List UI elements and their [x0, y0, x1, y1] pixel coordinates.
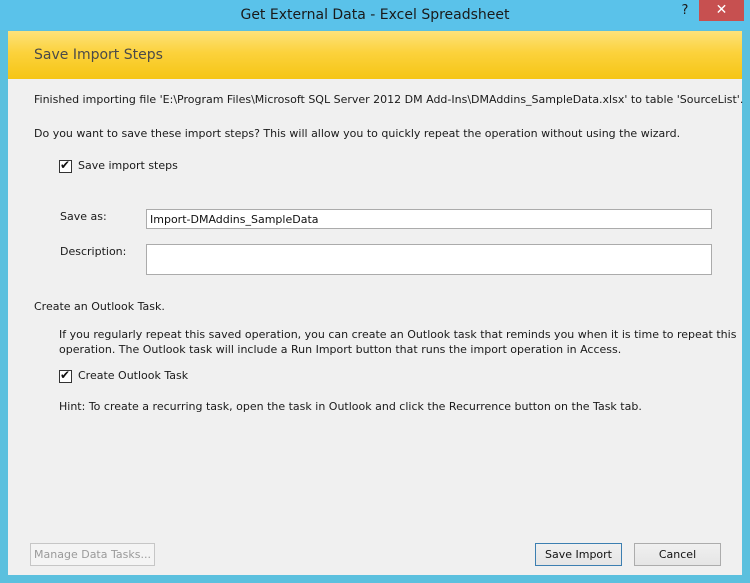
save-import-steps-label[interactable]: Save import steps: [78, 159, 178, 172]
save-as-label: Save as:: [60, 210, 107, 223]
description-input[interactable]: [146, 244, 712, 275]
finished-message: Finished importing file 'E:\Program File…: [34, 93, 744, 106]
manage-data-tasks-button[interactable]: Manage Data Tasks...: [30, 543, 155, 566]
check-icon: ✔: [60, 158, 71, 172]
description-label: Description:: [60, 245, 127, 258]
check-icon: ✔: [60, 368, 71, 382]
create-outlook-task-label[interactable]: Create Outlook Task: [78, 369, 188, 382]
save-import-button[interactable]: Save Import: [535, 543, 622, 566]
help-button[interactable]: ?: [672, 0, 698, 21]
banner-title: Save Import Steps: [34, 47, 163, 63]
recurring-hint: Hint: To create a recurring task, open t…: [59, 400, 642, 413]
save-as-input[interactable]: Import-DMAddins_SampleData: [146, 209, 712, 229]
window-title: Get External Data - Excel Spreadsheet: [240, 7, 510, 23]
create-outlook-task-checkbox[interactable]: ✔: [59, 368, 72, 383]
title-bar[interactable]: Get External Data - Excel Spreadsheet ? …: [0, 0, 750, 30]
save-question: Do you want to save these import steps? …: [34, 127, 681, 140]
outlook-info-line1: If you regularly repeat this saved opera…: [59, 328, 737, 341]
dialog-body: Save Import Steps Finished importing fil…: [8, 31, 744, 575]
close-button[interactable]: ✕: [699, 0, 744, 21]
outlook-section-label: Create an Outlook Task.: [34, 300, 165, 313]
outlook-info-line2: operation. The Outlook task will include…: [59, 343, 622, 356]
dialog-window: Get External Data - Excel Spreadsheet ? …: [0, 0, 750, 583]
cancel-button[interactable]: Cancel: [634, 543, 721, 566]
save-import-steps-checkbox[interactable]: ✔: [59, 158, 72, 173]
header-banner: Save Import Steps: [8, 31, 742, 79]
